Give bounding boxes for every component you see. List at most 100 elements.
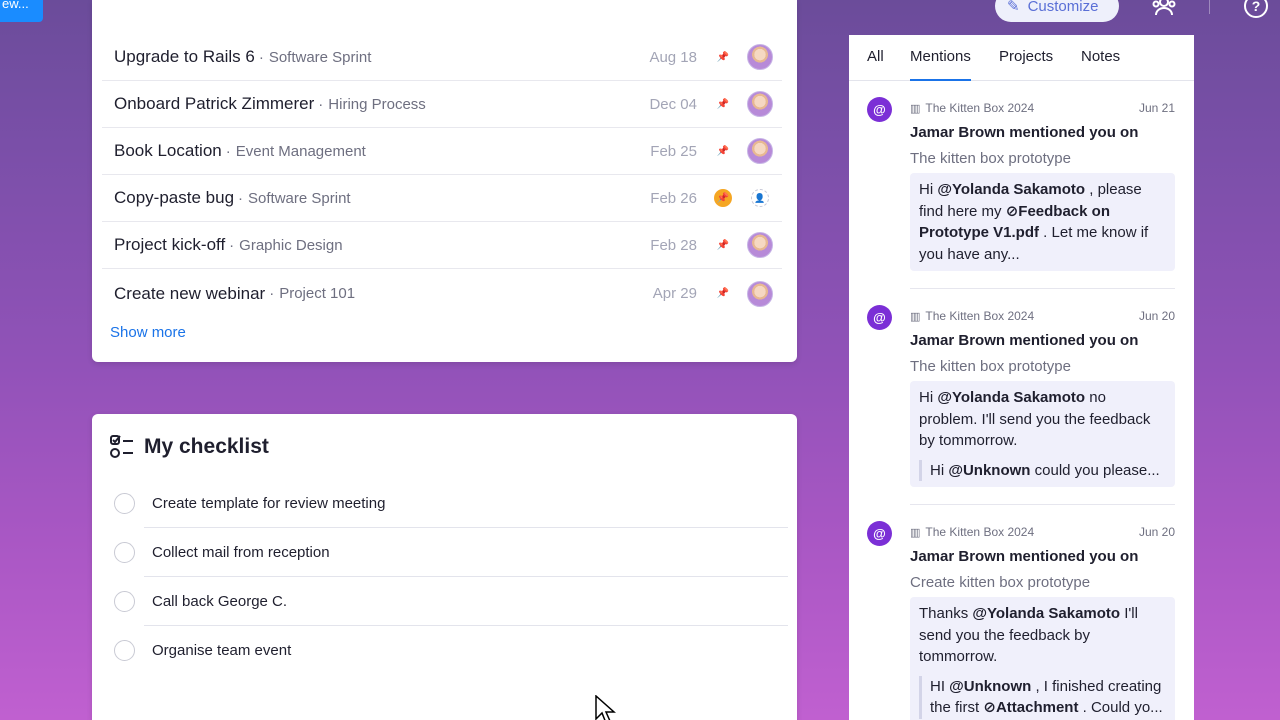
paperclip-icon: ⊘ xyxy=(983,699,996,716)
team-icon[interactable] xyxy=(1150,0,1178,20)
inbox-tabs: All Mentions Projects Notes xyxy=(849,35,1194,81)
pin-icon[interactable]: 📌 xyxy=(714,95,732,113)
customize-label: Customize xyxy=(1027,0,1099,15)
mention-date: Jun 20 xyxy=(1138,525,1175,539)
paint-brush-icon: ✎ xyxy=(1007,0,1020,15)
avatar[interactable] xyxy=(747,232,773,258)
checklist-item[interactable]: Organise team event xyxy=(114,626,788,675)
mention-author: Jamar Brown mentioned you on xyxy=(910,548,1139,565)
new-button-label: ew... xyxy=(2,0,29,11)
task-project: Hiring Process xyxy=(328,95,426,113)
help-icon[interactable]: ? xyxy=(1242,0,1270,20)
task-title: Onboard Patrick Zimmerer xyxy=(114,94,315,113)
mention-item-name[interactable]: The kitten box prototype xyxy=(910,358,1071,375)
checklist-title: My checklist xyxy=(144,435,269,458)
task-title: Project kick-off xyxy=(114,235,226,254)
task-row[interactable]: Onboard Patrick Zimmerer · Hiring Proces… xyxy=(102,81,782,128)
task-row[interactable]: Upgrade to Rails 6 · Software Sprint Aug… xyxy=(102,34,782,81)
task-project: Software Sprint xyxy=(268,48,372,66)
task-date: Dec 04 xyxy=(649,95,697,113)
user-mention[interactable]: @Unknown xyxy=(948,462,1030,479)
checklist-item[interactable]: Create template for review meeting xyxy=(114,479,788,528)
attachment-link[interactable]: ⊘Attachment xyxy=(983,699,1078,716)
task-date: Aug 18 xyxy=(649,48,697,66)
checklist-header: My checklist xyxy=(110,434,269,460)
quoted-reply: HI @Unknown , I finished creating the fi… xyxy=(919,675,1166,719)
pin-icon[interactable]: 📌 xyxy=(714,189,732,207)
mention-message: Thanks @Yolanda Sakamoto I'll send you t… xyxy=(910,597,1175,720)
task-row[interactable]: Copy-paste bug · Software Sprint Feb 26 … xyxy=(102,175,782,222)
unassigned-avatar-icon[interactable]: 👤 xyxy=(751,189,769,207)
customize-button[interactable]: ✎ Customize xyxy=(995,0,1119,22)
mention-date: Jun 20 xyxy=(1138,309,1175,323)
mention-date: Jun 21 xyxy=(1138,101,1175,115)
task-project: Software Sprint xyxy=(248,189,351,207)
task-row[interactable]: Create new webinar · Project 101 Apr 29 … xyxy=(102,270,782,317)
my-work-card: Upgrade to Rails 6 · Software Sprint Aug… xyxy=(92,0,797,362)
avatar[interactable] xyxy=(747,280,773,307)
mention-item-name[interactable]: The kitten box prototype xyxy=(910,150,1071,167)
user-mention[interactable]: @Yolanda Sakamoto xyxy=(937,389,1085,406)
board-name[interactable]: ▥ The Kitten Box 2024 xyxy=(910,101,1034,115)
checkbox[interactable] xyxy=(114,591,135,612)
task-date: Feb 28 xyxy=(650,236,697,254)
task-title: Book Location xyxy=(114,141,222,160)
avatar[interactable] xyxy=(747,91,773,117)
checklist-item[interactable]: Collect mail from reception xyxy=(114,528,788,577)
paperclip-icon: ⊘ xyxy=(1005,202,1019,220)
mouse-cursor-icon xyxy=(595,695,616,720)
inbox-panel: All Mentions Projects Notes @ ▥ The Kitte… xyxy=(849,35,1194,720)
tab-mentions[interactable]: Mentions xyxy=(910,48,971,81)
tab-projects[interactable]: Projects xyxy=(999,48,1053,65)
mention-icon: @ xyxy=(867,97,892,122)
mention-author: Jamar Brown mentioned you on xyxy=(910,332,1139,349)
quoted-reply: Hi @Unknown could you please... xyxy=(919,459,1166,481)
checkbox[interactable] xyxy=(114,493,135,514)
user-mention[interactable]: @Yolanda Sakamoto xyxy=(972,605,1120,622)
pin-icon[interactable]: 📌 xyxy=(714,236,732,254)
tab-notes[interactable]: Notes xyxy=(1081,48,1120,65)
checklist-card: My checklist Create template for review … xyxy=(92,414,797,720)
new-button[interactable]: ew... xyxy=(0,0,43,22)
checklist-item-label: Call back George C. xyxy=(152,593,288,610)
mention-author: Jamar Brown mentioned you on xyxy=(910,124,1139,141)
task-date: Feb 26 xyxy=(650,189,697,207)
avatar[interactable] xyxy=(747,138,773,164)
task-title: Upgrade to Rails 6 xyxy=(114,47,255,66)
mention-message: Hi @Yolanda Sakamoto , please find here … xyxy=(910,173,1175,271)
pin-icon[interactable]: 📌 xyxy=(714,142,732,160)
checklist-item-label: Collect mail from reception xyxy=(152,544,330,561)
user-mention[interactable]: @Yolanda Sakamoto xyxy=(937,181,1085,198)
mention-icon: @ xyxy=(867,305,892,330)
task-row[interactable]: Project kick-off · Graphic Design Feb 28… xyxy=(102,222,782,269)
board-icon: ▥ xyxy=(910,526,921,539)
checklist-item-label: Create template for review meeting xyxy=(152,495,386,512)
task-title: Create new webinar xyxy=(114,283,266,303)
task-title: Copy-paste bug xyxy=(114,188,235,207)
checkbox[interactable] xyxy=(114,640,135,661)
task-project: Event Management xyxy=(235,142,366,160)
avatar[interactable] xyxy=(747,44,773,70)
checkbox[interactable] xyxy=(114,542,135,563)
show-more-link[interactable]: Show more xyxy=(110,324,186,341)
board-icon: ▥ xyxy=(910,310,921,323)
task-project: Graphic Design xyxy=(239,236,343,254)
toolbar-divider xyxy=(1209,0,1210,14)
mention-item-name[interactable]: Create kitten box prototype xyxy=(910,574,1090,591)
board-name[interactable]: ▥ The Kitten Box 2024 xyxy=(910,309,1034,323)
task-project: Project 101 xyxy=(279,285,356,302)
user-mention[interactable]: @Unknown xyxy=(949,678,1031,695)
pin-icon[interactable]: 📌 xyxy=(714,48,732,66)
checklist-icon xyxy=(110,435,133,458)
board-name[interactable]: ▥ The Kitten Box 2024 xyxy=(910,525,1034,539)
mention-icon: @ xyxy=(867,521,892,546)
checklist-item[interactable]: Call back George C. xyxy=(114,577,788,626)
mention-message: Hi @Yolanda Sakamoto no problem. I'll se… xyxy=(910,381,1175,487)
divider xyxy=(910,504,1175,505)
tab-all[interactable]: All xyxy=(867,48,884,65)
divider xyxy=(910,288,1175,289)
task-date: Feb 25 xyxy=(650,142,697,160)
pin-icon[interactable]: 📌 xyxy=(714,285,732,303)
task-row[interactable]: Book Location · Event Management Feb 25 … xyxy=(102,128,782,175)
task-date: Apr 29 xyxy=(652,285,697,302)
